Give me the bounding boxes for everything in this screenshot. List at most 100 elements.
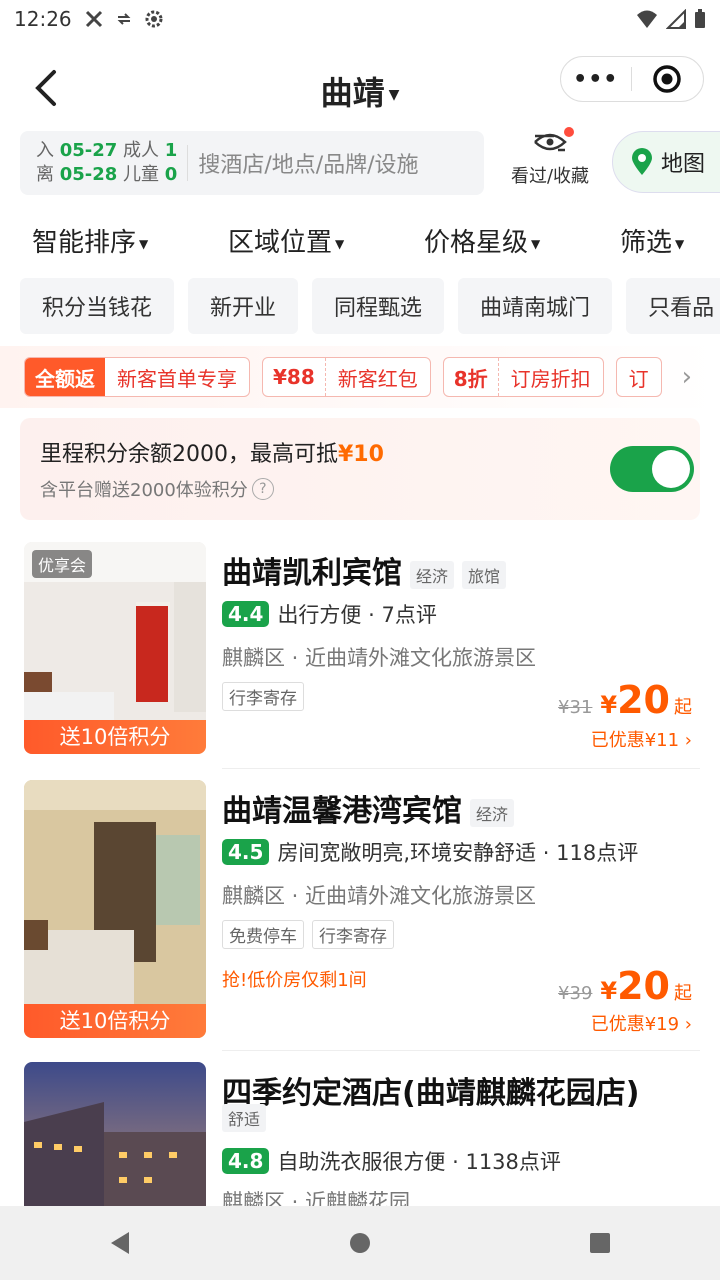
caret-down-icon: ▼ — [388, 87, 400, 103]
hotel-rating-row: 4.5 房间宽敞明亮,环境安静舒适 · 118点评 — [222, 837, 638, 867]
checkin-date: 05-27 — [59, 140, 118, 161]
member-badge: 优享会 — [32, 550, 93, 578]
chevron-right-icon[interactable]: › — [682, 362, 692, 392]
low-price-alert: 抢!低价房仅剩1间 — [222, 970, 367, 991]
settings-icon — [145, 10, 163, 28]
hotel-review-summary: 房间宽敞明亮,环境安静舒适 · 118点评 — [277, 841, 639, 865]
price-from-label: 起 — [674, 697, 692, 718]
hotel-name-text: 曲靖凯利宾馆 — [222, 556, 402, 591]
discount-link[interactable]: 已优惠¥19 › — [591, 1010, 692, 1036]
promo-coupon-desc: 新客首单专享 — [117, 366, 237, 391]
current-price: 20 — [617, 964, 670, 1008]
sort-smart-label: 智能排序 — [32, 228, 137, 258]
history-label: 看过/收藏 — [510, 166, 590, 187]
checkout-label: 离 — [36, 164, 54, 185]
hotel-name: 四季约定酒店(曲靖麒麟花园店) — [222, 1076, 640, 1111]
currency-symbol: ¥ — [600, 691, 618, 719]
tag-south-gate[interactable]: 曲靖南城门 — [458, 278, 613, 334]
current-price: 20 — [617, 678, 670, 722]
back-triangle-icon[interactable] — [107, 1230, 133, 1256]
sort-smart[interactable]: 智能排序 ▼ — [32, 222, 148, 259]
home-circle-icon[interactable] — [347, 1230, 373, 1256]
sort-area-label: 区域位置 — [228, 228, 333, 258]
search-bar[interactable]: 入 05-27 成人 1 离 05-28 儿童 0 搜酒店/地点/品牌/设施 — [20, 131, 484, 195]
hotel-image[interactable]: 优享会 送10倍积分 — [24, 542, 206, 754]
wifi-icon — [637, 10, 657, 28]
promo-coupon[interactable]: 订 — [615, 357, 662, 397]
tag-points[interactable]: 积分当钱花 — [20, 278, 175, 334]
children-count: 0 — [164, 164, 178, 185]
hotel-name: 曲靖温馨港湾宾馆 经济 — [222, 786, 515, 830]
caret-down-icon: ▼ — [139, 236, 149, 251]
hotel-type-row: 舒适 — [222, 1104, 267, 1132]
tools-icon — [85, 10, 102, 28]
hotel-location: 麒麟区 · 近曲靖外滩文化旅游景区 — [222, 646, 537, 670]
points-multiplier-badge: 送10倍积分 — [24, 720, 206, 754]
sort-bar: 智能排序 ▼ 区域位置 ▼ 价格星级 ▼ 筛选 ▼ — [0, 218, 720, 264]
sort-area[interactable]: 区域位置 ▼ — [228, 222, 344, 259]
feature-tag: 免费停车 — [222, 920, 304, 949]
points-toggle[interactable] — [610, 446, 694, 492]
adults-label: 成人 — [123, 140, 160, 161]
hotel-image[interactable] — [24, 1062, 206, 1206]
date-guest-selector[interactable]: 入 05-27 成人 1 离 05-28 儿童 0 — [36, 139, 177, 187]
search-input[interactable]: 搜酒店/地点/品牌/设施 — [198, 147, 418, 179]
hotel-room-photo — [24, 780, 206, 1038]
promo-coupon[interactable]: 8折 订房折扣 — [442, 357, 604, 397]
adults-count: 1 — [164, 140, 178, 161]
hotel-building-photo — [24, 1062, 206, 1206]
tag-selected[interactable]: 同程甄选 — [312, 278, 445, 334]
points-multiplier-badge: 送10倍积分 — [24, 1004, 206, 1038]
sort-filter[interactable]: 筛选 ▼ — [620, 222, 684, 259]
promo-coupon[interactable]: 全额返 新客首单专享 — [24, 357, 250, 397]
hotel-type-tag: 舒适 — [222, 1104, 267, 1132]
hotel-name-text: 曲靖温馨港湾宾馆 — [222, 794, 462, 829]
target-icon — [653, 65, 682, 93]
status-time: 12:26 — [14, 7, 72, 31]
feature-tag: 行李寄存 — [312, 920, 394, 949]
mini-program-capsule: ••• — [560, 56, 704, 102]
feature-tag: 行李寄存 — [222, 682, 304, 711]
discount-link[interactable]: 已优惠¥11 › — [591, 726, 692, 752]
more-button[interactable]: ••• — [561, 67, 631, 92]
points-balance-text: 里程积分余额2000，最高可抵 — [40, 442, 338, 467]
promo-coupon[interactable]: ¥88 新客红包 — [262, 357, 431, 397]
quick-filter-tags: 积分当钱花 新开业 同程甄选 曲靖南城门 只看品 — [20, 278, 720, 334]
sort-price-label: 价格星级 — [424, 228, 529, 258]
sort-filter-label: 筛选 — [620, 228, 673, 258]
original-price: ¥31 — [558, 697, 593, 718]
children-label: 儿童 — [123, 164, 160, 185]
close-mini-program-button[interactable] — [632, 64, 704, 94]
hotel-name: 曲靖凯利宾馆 经济 旅馆 — [222, 548, 507, 592]
hotel-score: 4.4 — [222, 601, 270, 627]
help-icon[interactable]: ? — [251, 478, 274, 500]
promo-strip[interactable]: 全额返 新客首单专享 ¥88 新客红包 8折 订房折扣 订 › — [0, 346, 720, 408]
battery-icon — [695, 9, 705, 28]
points-banner: 里程积分余额2000，最高可抵¥10 含平台赠送2000体验积分 ? — [20, 418, 700, 520]
promo-coupon-desc: 新客红包 — [337, 366, 418, 391]
hotel-features: 免费停车 行李寄存 — [222, 920, 394, 949]
map-button[interactable]: 地图 — [612, 131, 720, 193]
promo-coupon-desc: 订 — [628, 366, 649, 391]
currency-symbol: ¥ — [600, 977, 618, 1005]
system-nav-bar — [0, 1206, 720, 1280]
status-bar: 12:26 — [0, 0, 720, 38]
hotel-rating-row: 4.8 自助洗衣服很方便 · 1138点评 — [222, 1146, 561, 1176]
original-price: ¥39 — [558, 983, 593, 1004]
eye-list-icon — [534, 133, 567, 152]
hotel-type-tag: 经济 — [410, 560, 455, 589]
tag-brand-only[interactable]: 只看品 — [626, 278, 720, 334]
sort-price-star[interactable]: 价格星级 ▼ — [424, 222, 540, 259]
history-favorites-button[interactable]: 看过/收藏 — [500, 127, 600, 188]
hotel-rating-row: 4.4 出行方便 · 7点评 — [222, 599, 437, 629]
card-divider — [222, 768, 700, 769]
tag-new-open[interactable]: 新开业 — [188, 278, 299, 334]
data-saver-icon — [117, 13, 131, 25]
recents-square-icon[interactable] — [587, 1230, 613, 1256]
hotel-card[interactable]: 四季约定酒店(曲靖麒麟花园店) 舒适 4.8 自助洗衣服很方便 · 1138点评… — [0, 1062, 720, 1206]
hotel-location: 麒麟区 · 近麒麟花园 — [222, 1190, 411, 1206]
hotel-image[interactable]: 送10倍积分 — [24, 780, 206, 1038]
hotel-features: 行李寄存 — [222, 682, 304, 711]
hotel-price: ¥39 ¥ 20 起 — [558, 964, 692, 1008]
map-pin-icon — [632, 148, 652, 175]
